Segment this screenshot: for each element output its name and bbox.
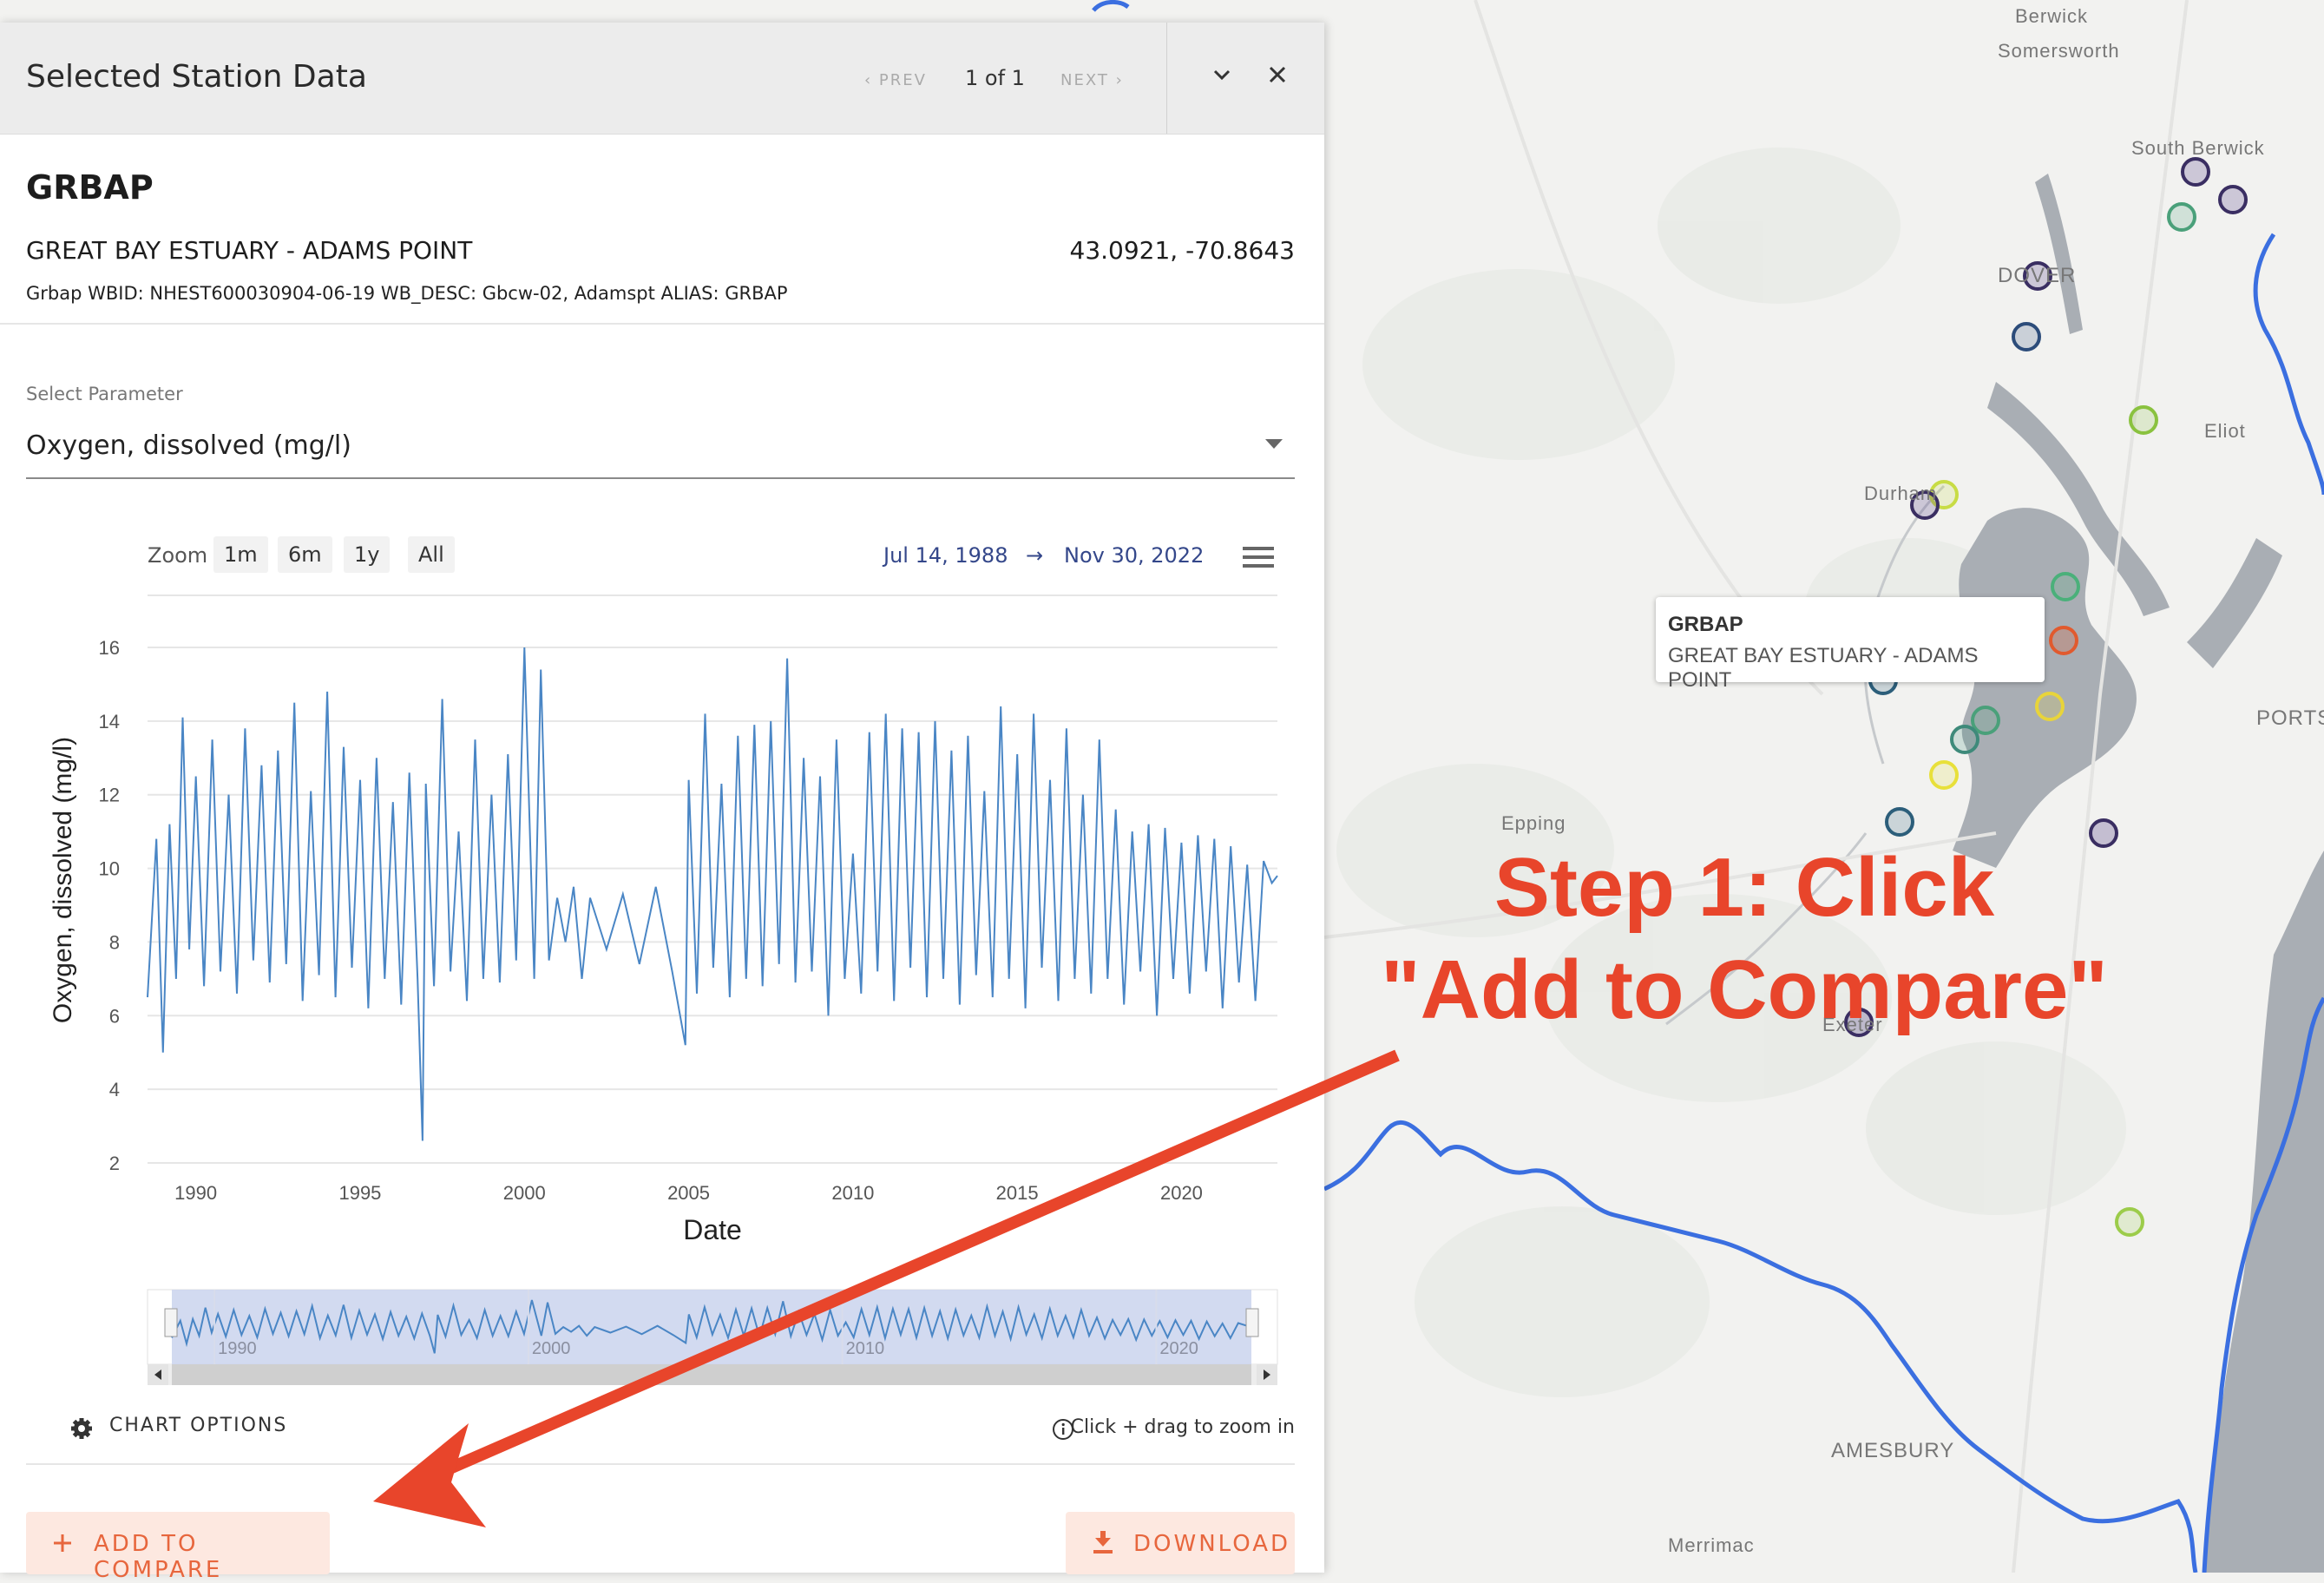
oxygen-timeseries-chart[interactable]: 2 4 6 8 10 12 14 16 1990 1995 2000 2005 2010 2015 202… (0, 509, 1324, 1394)
station-tooltip: GRBAP GREAT BAY ESTUARY - ADAMS POINT (1656, 597, 2045, 692)
page-count: 1 of 1 (965, 66, 1025, 90)
map-label-merrimac: Merrimac (1668, 1534, 1755, 1556)
zoom-hint: Click + drag to zoom in (1070, 1416, 1295, 1438)
add-to-compare-button[interactable]: ADD TO COMPARE (26, 1512, 330, 1583)
map-label-south-berwick: South Berwick (2131, 137, 2265, 159)
x-tick-label: 2020 (1160, 1182, 1203, 1204)
x-tick-label: 2000 (503, 1182, 546, 1204)
prev-button[interactable]: ‹ PREV (864, 71, 927, 89)
chart-options-button[interactable]: CHART OPTIONS (109, 1415, 287, 1436)
x-tick-label: 1990 (174, 1182, 217, 1204)
parameter-select[interactable]: Oxygen, dissolved (mg/l) (26, 424, 1295, 479)
x-tick-label: 2010 (831, 1182, 874, 1204)
parameter-label: Select Parameter (26, 384, 183, 404)
tooltip-subtitle: GREAT BAY ESTUARY - ADAMS POINT (1668, 644, 1979, 692)
map-label-epping: Epping (1501, 812, 1566, 834)
map-label-berwick: Berwick (2015, 5, 2089, 27)
map-label-portsmouth: PORTS (2256, 706, 2324, 730)
y-tick-label: 12 (99, 785, 120, 806)
navigator-handle-right (1245, 1308, 1259, 1337)
next-button[interactable]: NEXT › (1060, 71, 1124, 89)
map-label-eliot: Eliot (2204, 420, 2246, 442)
scrollbar-thumb (172, 1364, 1251, 1385)
station-data-panel: Selected Station Data ‹ PREV 1 of 1 NEXT… (0, 23, 1324, 1583)
add-to-compare-label: ADD TO COMPARE (94, 1531, 223, 1583)
y-tick-label: 8 (109, 931, 120, 953)
header-divider (1166, 23, 1167, 134)
station-coordinates: 43.0921, -70.8643 (1069, 236, 1295, 265)
y-tick-label: 16 (99, 637, 120, 659)
station-metadata: Grbap WBID: NHEST600030904-06-19 WB_DESC… (26, 283, 788, 304)
navigator-tick-label: 2000 (532, 1339, 571, 1358)
parameter-value: Oxygen, dissolved (mg/l) (26, 430, 351, 461)
caret-down-icon (1265, 439, 1283, 449)
panel-header: Selected Station Data ‹ PREV 1 of 1 NEXT… (0, 23, 1324, 135)
annotation-line2: "Add to Compare" (1381, 943, 2108, 1036)
navigator-selection (172, 1290, 1251, 1364)
navigator-tick-label: 2020 (1159, 1339, 1198, 1358)
y-tick-label: 2 (109, 1153, 120, 1174)
map-label-somersworth: Somersworth (1998, 40, 2120, 62)
navigator-tick-label: 2010 (846, 1339, 885, 1358)
section-divider (0, 323, 1324, 325)
map-label-durham: Durham (1864, 483, 1938, 504)
x-tick-label: 1995 (338, 1182, 381, 1204)
map-label-amesbury: AMESBURY (1831, 1439, 1955, 1462)
panel-title: Selected Station Data (26, 59, 367, 95)
plus-icon (54, 1534, 71, 1552)
tooltip-title: GRBAP (1668, 613, 1743, 636)
close-button[interactable] (1251, 49, 1303, 101)
download-label: DOWNLOAD (1133, 1531, 1291, 1557)
annotation-line1: Step 1: Click (1494, 841, 1995, 934)
station-id: GRBAP (26, 168, 154, 207)
gear-icon (71, 1418, 92, 1439)
y-axis-label: Oxygen, dissolved (mg/l) (49, 737, 77, 1023)
download-button[interactable]: DOWNLOAD (1066, 1512, 1295, 1574)
y-tick-label: 14 (99, 711, 120, 732)
y-tick-label: 4 (109, 1079, 120, 1100)
navigator-handle-left (164, 1308, 178, 1337)
map-label-dover: DOVER (1998, 264, 2077, 287)
navigator-tick-label: 1990 (218, 1339, 256, 1358)
y-tick-label: 10 (99, 858, 120, 880)
y-tick-label: 6 (109, 1005, 120, 1027)
x-tick-label: 2005 (667, 1182, 710, 1204)
station-name: GREAT BAY ESTUARY - ADAMS POINT (26, 236, 473, 265)
footer-divider (26, 1463, 1295, 1465)
close-icon (1269, 66, 1286, 83)
collapse-button[interactable] (1196, 49, 1248, 101)
download-icon (1093, 1531, 1113, 1553)
x-axis-label: Date (683, 1214, 742, 1245)
chevron-down-icon (1213, 69, 1231, 81)
x-tick-label: 2015 (996, 1182, 1039, 1204)
